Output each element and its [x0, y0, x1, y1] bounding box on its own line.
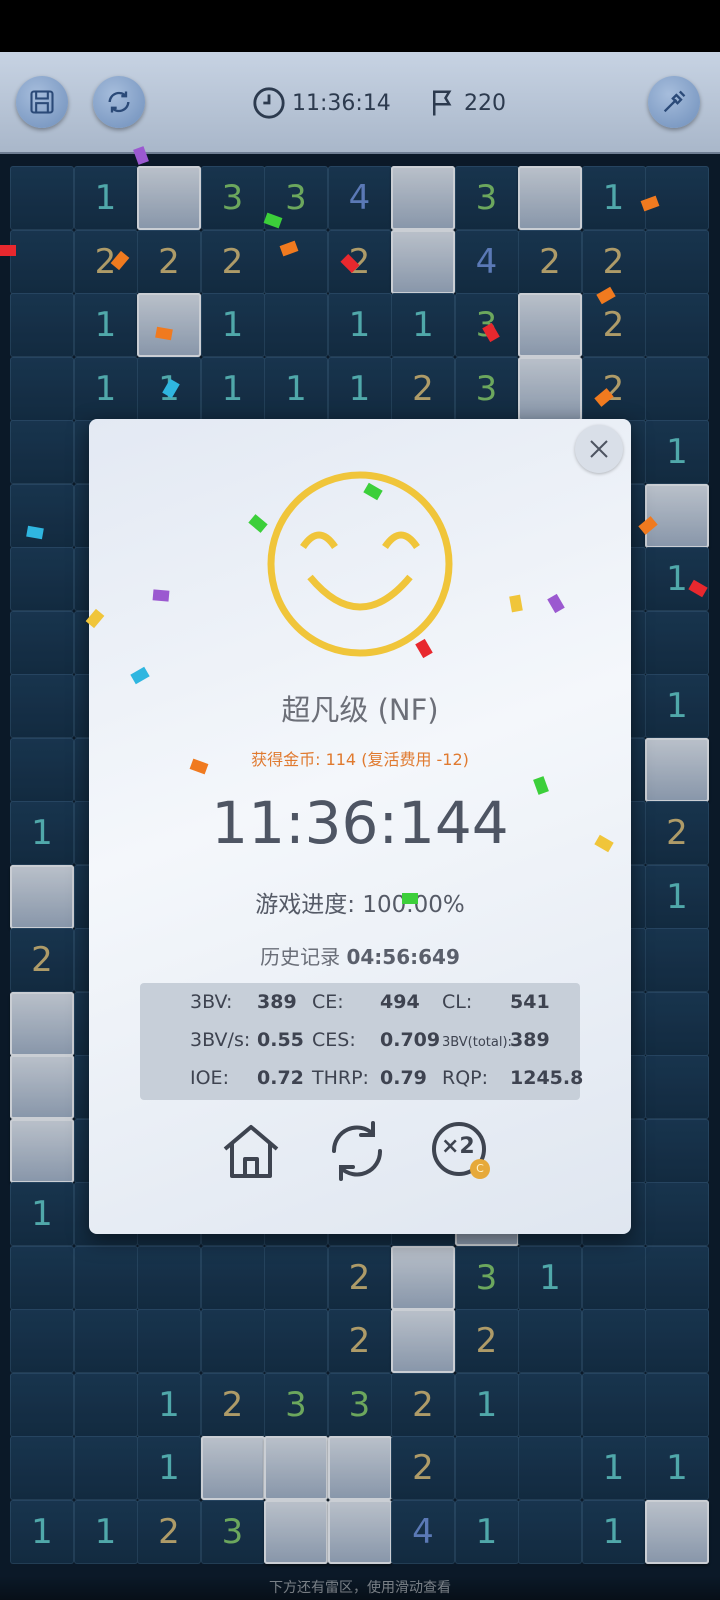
close-icon [590, 440, 608, 458]
progress-label: 游戏进度: [255, 892, 356, 918]
confetti-piece [0, 245, 16, 256]
flag-counter: 220 [428, 84, 506, 122]
shovel-icon [663, 90, 686, 113]
result-dialog: 超凡级 (NF) 获得金币: 114 (复活费用 -12) 11:36:144 … [89, 419, 631, 1234]
stat-ce: CE: 494 [312, 991, 420, 1013]
time-text: 11:36:14 [292, 90, 391, 116]
final-time: 11:36:144 [211, 789, 509, 857]
replay-button[interactable] [325, 1119, 389, 1183]
coins-earned: 获得金币: 114 (复活费用 -12) [251, 750, 469, 769]
stat-3bv-per-s: 3BV/s: 0.55 [190, 1029, 304, 1051]
smiley-face-icon [267, 471, 453, 657]
double-reward-button[interactable]: ×2 C [429, 1119, 493, 1183]
dialog-actions: ×2 C [89, 1119, 631, 1189]
home-button[interactable] [219, 1119, 283, 1183]
restart-icon [108, 91, 130, 113]
history-record: 历史记录 04:56:649 [89, 941, 631, 970]
flag-count-text: 220 [464, 90, 506, 116]
confetti-piece [402, 893, 418, 904]
scroll-hint: 下方还有雷区，使用滑动查看 [0, 1576, 720, 1600]
game-progress: 游戏进度: 100.00% [89, 885, 631, 919]
stat-3bv: 3BV: 389 [190, 991, 297, 1013]
history-value: 04:56:649 [346, 945, 460, 969]
stat-3bv-total: 3BV(total): 389 [442, 1029, 550, 1051]
save-button[interactable] [16, 76, 68, 128]
stat-cl: CL: 541 [442, 991, 550, 1013]
history-label: 历史记录 [260, 945, 341, 969]
stat-thrp: THRP: 0.79 [312, 1067, 427, 1089]
restart-button[interactable] [93, 76, 145, 128]
double-label: ×2 [441, 1134, 475, 1159]
stats-panel: 3BV: 389 CE: 494 CL: 541 3BV/s: 0.55 CES: 0.7… [140, 983, 584, 1100]
replay-icon [331, 1121, 383, 1181]
home-icon [223, 1125, 279, 1178]
clock-icon [253, 87, 285, 119]
confetti-piece [152, 589, 170, 602]
rank-title: 超凡级 (NF) [281, 693, 439, 727]
flag-icon [433, 90, 452, 116]
stat-rqp: RQP: 1245.8 [442, 1067, 584, 1089]
elapsed-time: 11:36:14 [252, 84, 391, 122]
coin-icon: C [470, 1159, 490, 1179]
top-toolbar: 11:36:14 220 [0, 52, 720, 154]
tool-button[interactable] [648, 76, 700, 128]
save-icon [30, 90, 54, 114]
stat-ces: CES: 0.709 [312, 1029, 441, 1051]
close-button[interactable] [575, 425, 623, 473]
stat-ioe: IOE: 0.72 [190, 1067, 304, 1089]
